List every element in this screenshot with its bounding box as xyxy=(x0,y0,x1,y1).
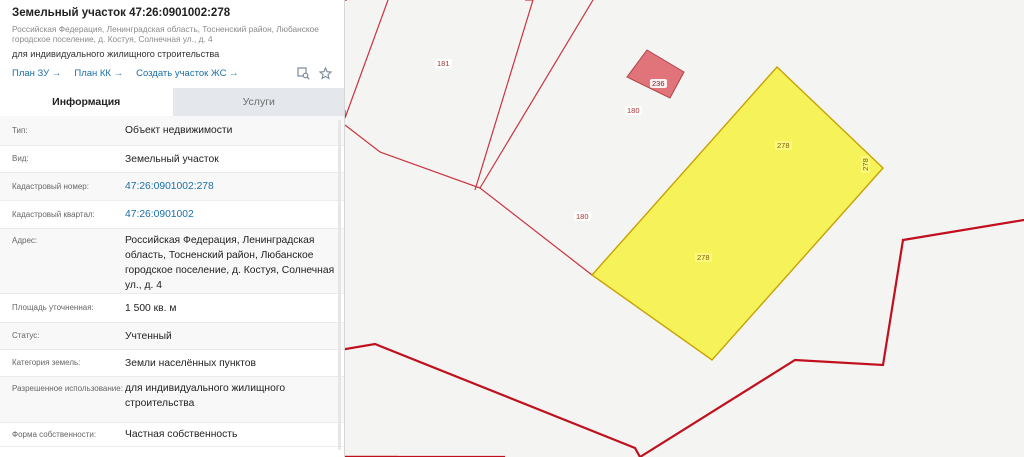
row-label: Кадастровый квартал: xyxy=(12,209,95,219)
cadastral-number-link[interactable]: 47:26:0901002:278 xyxy=(125,179,214,194)
plan-zu-link[interactable]: План ЗУ → xyxy=(12,68,61,79)
tab-services[interactable]: Услуги xyxy=(172,88,344,116)
parcel-label-181: 181 xyxy=(435,59,452,68)
row-label: Адрес: xyxy=(12,236,38,245)
row-label: Площадь уточненная: xyxy=(12,303,94,312)
row-value: Российская Федерация, Ленинградская обла… xyxy=(125,235,335,291)
parcel-label-278: 278 xyxy=(695,253,712,262)
table-row: Вид: Земельный участок xyxy=(0,146,344,173)
row-label: Форма собственности: xyxy=(12,429,97,439)
table-row: Площадь уточненная: 1 500 кв. м xyxy=(0,294,344,323)
row-label: Кадастровый номер: xyxy=(12,181,89,191)
row-label: Статус: xyxy=(12,331,40,340)
table-row: Форма собственности: Частная собственнос… xyxy=(0,423,344,447)
cadastral-block-link[interactable]: 47:26:0901002 xyxy=(125,207,194,222)
star-icon[interactable] xyxy=(318,66,332,80)
row-value: 1 500 кв. м xyxy=(125,302,177,314)
row-label: Вид: xyxy=(12,154,29,163)
object-title: Земельный участок 47:26:0901002:278 xyxy=(12,7,231,19)
row-value: Земли населённых пунктов xyxy=(125,357,256,369)
plan-kk-link[interactable]: План КК → xyxy=(74,68,123,79)
object-address: Российская Федерация, Ленинградская обла… xyxy=(12,24,319,44)
cadastral-map[interactable]: 181 180 180 236 278 278 278 xyxy=(345,0,1024,457)
table-row: Тип: Объект недвижимости xyxy=(0,116,344,146)
action-bar: План ЗУ → План КК → Создать участок ЖС → xyxy=(12,66,334,80)
row-label: Категория земель: xyxy=(12,358,81,367)
object-purpose: для индивидуального жилищного строительс… xyxy=(12,49,220,59)
row-label: Разрешенное использование: xyxy=(12,384,123,393)
table-row: Статус: Учтенный xyxy=(0,323,344,350)
panel-scrollbar[interactable] xyxy=(338,120,341,450)
attribute-table: Тип: Объект недвижимости Вид: Земельный … xyxy=(0,116,344,447)
map-canvas[interactable] xyxy=(345,0,1024,457)
row-value: для индивидуального жилищного строительс… xyxy=(125,383,286,409)
parcel-label-180: 180 xyxy=(625,106,642,115)
create-parcel-link[interactable]: Создать участок ЖС → xyxy=(136,68,238,79)
table-row: Разрешенное использование: для индивидуа… xyxy=(0,377,344,423)
object-header: Земельный участок 47:26:0901002:278 Росс… xyxy=(0,0,344,80)
parcel-label-278: 278 xyxy=(860,156,870,173)
building-label-236: 236 xyxy=(650,79,667,88)
table-row: Категория земель: Земли населённых пункт… xyxy=(0,350,344,377)
tab-information[interactable]: Информация xyxy=(0,88,173,116)
table-row: Кадастровый квартал: 47:26:0901002 xyxy=(0,201,344,229)
row-label: Тип: xyxy=(12,125,28,135)
parcel-label-180: 180 xyxy=(574,212,591,221)
parcel-label-278: 278 xyxy=(775,141,792,150)
row-value: Частная собственность xyxy=(125,429,238,440)
row-value: Земельный участок xyxy=(125,153,219,165)
table-row: Адрес: Российская Федерация, Ленинградск… xyxy=(0,229,344,294)
tab-bar: Информация Услуги xyxy=(0,88,344,116)
row-value: Учтенный xyxy=(125,330,172,342)
table-row: Кадастровый номер: 47:26:0901002:278 xyxy=(0,173,344,201)
row-value: Объект недвижимости xyxy=(125,125,233,136)
info-panel: Земельный участок 47:26:0901002:278 Росс… xyxy=(0,0,345,457)
locate-icon[interactable] xyxy=(296,66,310,80)
